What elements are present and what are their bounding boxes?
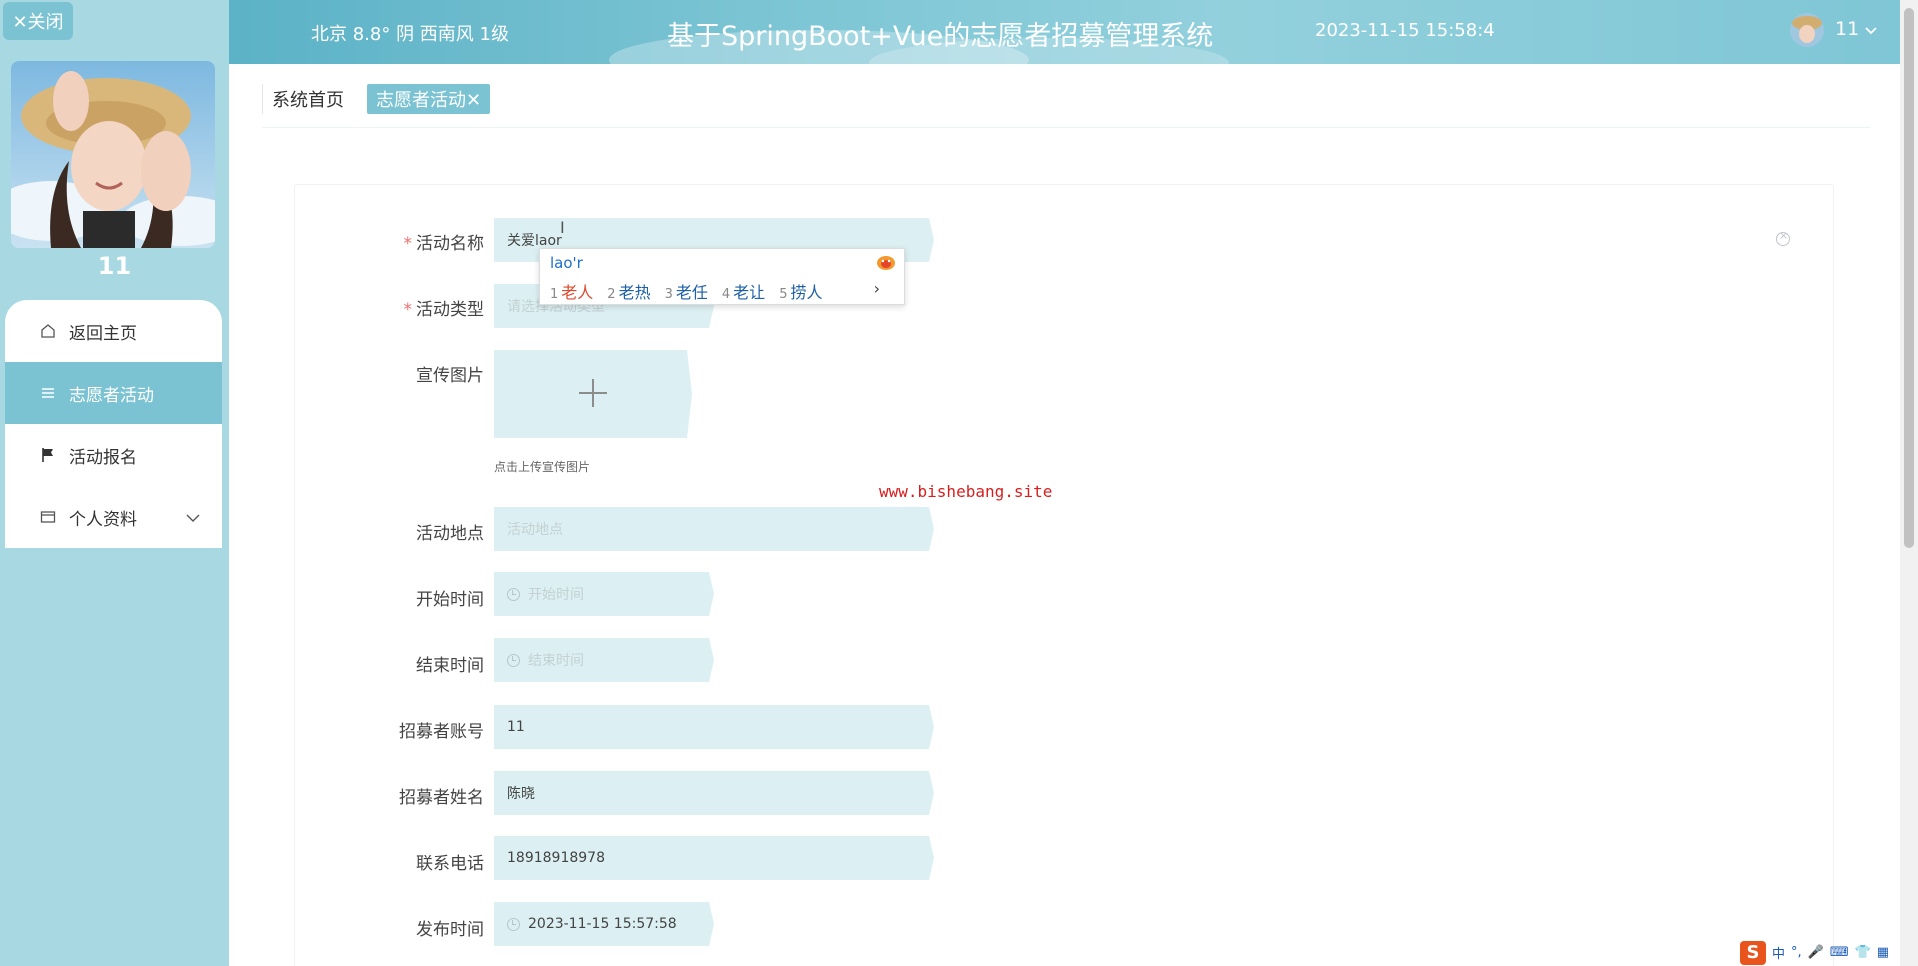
sidebar-item-profile[interactable]: 个人资料 bbox=[5, 486, 222, 548]
system-title: 基于SpringBoot+Vue的志愿者招募管理系统 bbox=[667, 21, 1214, 52]
start-time-picker[interactable]: 开始时间 bbox=[494, 572, 714, 616]
sidebar-item-label: 返回主页 bbox=[69, 323, 137, 344]
plus-icon bbox=[578, 378, 608, 408]
header-avatar[interactable] bbox=[1790, 13, 1824, 47]
home-icon bbox=[39, 322, 57, 340]
sidebar-item-activity-signup[interactable]: 活动报名 bbox=[5, 424, 222, 486]
recruiter-name-input[interactable]: 陈晓 bbox=[494, 771, 934, 815]
upload-tip: 点击上传宣传图片 bbox=[494, 460, 591, 474]
clock-icon bbox=[507, 917, 520, 931]
watermark-text: www.bishebang.site bbox=[879, 482, 1053, 501]
ime-candidate[interactable]: 4 老让 bbox=[722, 279, 765, 303]
end-time-picker[interactable]: 结束时间 bbox=[494, 638, 714, 682]
ime-next-page-button[interactable]: › bbox=[874, 279, 880, 298]
ime-candidate[interactable]: 5 捞人 bbox=[779, 279, 822, 303]
tab-bar: 系统首页 志愿者活动✕ bbox=[262, 84, 504, 114]
ime-logo-icon bbox=[876, 253, 896, 271]
ime-candidate[interactable]: 1 老人 bbox=[550, 279, 593, 303]
sidebar: ✕关闭 11 返回主页 志愿者活动 活动报名 个人资料 bbox=[0, 0, 229, 966]
keyboard-icon[interactable]: ⌨ bbox=[1830, 945, 1849, 960]
sidebar-item-label: 志愿者活动 bbox=[69, 385, 154, 406]
sidebar-user-name: 11 bbox=[97, 252, 132, 280]
microphone-icon[interactable]: 🎤 bbox=[1808, 945, 1824, 960]
page-scrollbar[interactable] bbox=[1900, 0, 1918, 966]
tab-divider bbox=[262, 127, 1870, 128]
sidebar-item-home[interactable]: 返回主页 bbox=[5, 300, 222, 362]
end-time-label: 结束时间 bbox=[416, 656, 484, 676]
sidebar-item-label: 个人资料 bbox=[69, 509, 137, 530]
header-user-menu[interactable]: 11 bbox=[1835, 18, 1877, 40]
current-datetime: 2023-11-15 15:58:4 bbox=[1315, 20, 1495, 41]
phone-label: 联系电话 bbox=[416, 854, 484, 874]
ime-candidate-popup: lao'r 1 老人 2 老热 3 老任 4 老让 5 捞人 › bbox=[539, 248, 905, 305]
top-header: 北京 8.8° 阴 西南风 1级 基于SpringBoot+Vue的志愿者招募管… bbox=[229, 0, 1900, 64]
clock-icon bbox=[507, 587, 520, 601]
ime-mode-toggle[interactable]: 中 bbox=[1772, 943, 1785, 962]
location-input[interactable]: 活动地点 bbox=[494, 507, 934, 551]
user-avatar-photo bbox=[11, 61, 215, 248]
publish-time-picker[interactable]: 2023-11-15 15:57:58 bbox=[494, 902, 714, 946]
ime-toolbar: S 中 °, 🎤 ⌨ 👕 ▦ bbox=[1738, 939, 1918, 966]
chevron-down-icon bbox=[186, 508, 200, 528]
list-icon bbox=[39, 384, 57, 402]
activity-type-label: * 活动类型 bbox=[403, 300, 485, 320]
skin-icon[interactable]: 👕 bbox=[1855, 945, 1871, 960]
sidebar-item-volunteer-activity[interactable]: 志愿者活动 bbox=[5, 362, 222, 424]
text-cursor-icon: I bbox=[560, 218, 565, 237]
toolbox-icon[interactable]: ▦ bbox=[1877, 945, 1889, 960]
punctuation-toggle[interactable]: °, bbox=[1791, 945, 1802, 960]
phone-input[interactable]: 18918918978 bbox=[494, 836, 934, 880]
activity-name-label: * 活动名称 bbox=[403, 234, 485, 254]
sogou-logo-icon[interactable]: S bbox=[1740, 940, 1766, 965]
weather-info: 北京 8.8° 阴 西南风 1级 bbox=[311, 24, 509, 45]
recruiter-account-label: 招募者账号 bbox=[399, 722, 484, 742]
ime-candidate-list: 1 老人 2 老热 3 老任 4 老让 5 捞人 bbox=[550, 279, 836, 303]
scrollbar-thumb[interactable] bbox=[1904, 8, 1914, 548]
sidebar-item-label: 活动报名 bbox=[69, 447, 137, 468]
sidebar-menu: 返回主页 志愿者活动 活动报名 个人资料 bbox=[5, 300, 222, 548]
folder-icon bbox=[39, 508, 57, 526]
close-sidebar-button[interactable]: ✕关闭 bbox=[3, 2, 73, 40]
tab-home[interactable]: 系统首页 bbox=[262, 84, 353, 114]
header-user-name: 11 bbox=[1835, 18, 1860, 40]
clear-icon[interactable] bbox=[1776, 229, 1790, 246]
promo-image-label: 宣传图片 bbox=[416, 366, 484, 386]
ime-candidate[interactable]: 2 老热 bbox=[607, 279, 650, 303]
recruiter-account-input[interactable]: 11 bbox=[494, 705, 934, 749]
chevron-down-icon bbox=[1865, 18, 1877, 40]
recruiter-name-label: 招募者姓名 bbox=[399, 788, 484, 808]
clock-icon bbox=[507, 653, 520, 667]
ime-composition: lao'r bbox=[550, 254, 583, 272]
tab-volunteer-activity[interactable]: 志愿者活动✕ bbox=[367, 84, 491, 114]
location-label: 活动地点 bbox=[416, 524, 484, 544]
ime-candidate[interactable]: 3 老任 bbox=[665, 279, 708, 303]
flag-icon bbox=[39, 446, 57, 464]
start-time-label: 开始时间 bbox=[416, 590, 484, 610]
publish-time-label: 发布时间 bbox=[416, 920, 484, 940]
